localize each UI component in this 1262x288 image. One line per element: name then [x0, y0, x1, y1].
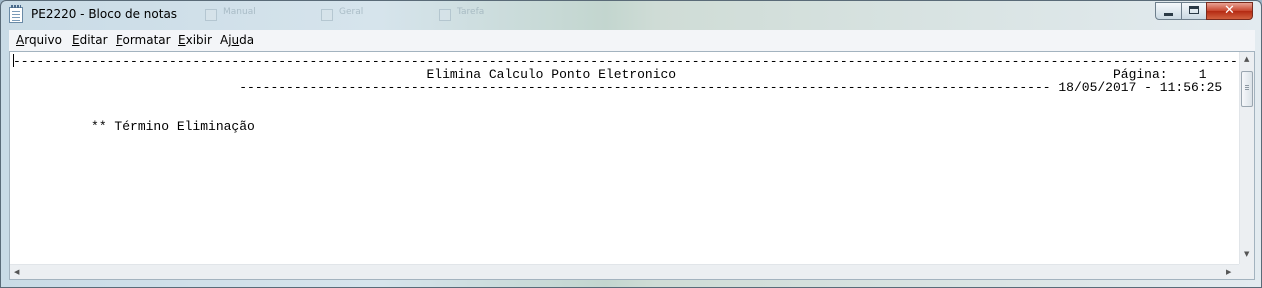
menu-label-part: ormatar: [122, 33, 171, 47]
background-window-label: Manual: [223, 7, 256, 17]
menu-accelerator: E: [72, 33, 80, 47]
text-line: ** Término Eliminação: [13, 119, 255, 134]
vertical-scroll-thumb[interactable]: [1241, 71, 1253, 107]
horizontal-scrollbar[interactable]: ◀ ▶: [10, 264, 1239, 279]
notepad-icon[interactable]: [9, 5, 23, 23]
minimize-button[interactable]: [1155, 2, 1182, 20]
menu-bar: Arquivo Editar Formatar Exibir Ajuda: [9, 30, 1255, 52]
maximize-button[interactable]: [1181, 2, 1207, 20]
background-window-icon: [321, 9, 333, 21]
scroll-left-arrow-icon[interactable]: ◀: [14, 268, 19, 276]
scrollbar-corner: [1239, 264, 1254, 279]
menu-label-part: ditar: [79, 33, 108, 47]
background-window-label: Tarefa: [457, 7, 485, 17]
background-window-label: Geral: [339, 7, 364, 17]
menu-exibir[interactable]: Exibir: [178, 33, 212, 47]
menu-arquivo[interactable]: Arquivo: [16, 33, 62, 47]
menu-accelerator: u: [231, 33, 240, 47]
background-window-icon: [439, 9, 451, 21]
close-icon: ✕: [1224, 3, 1235, 18]
maximize-icon: [1189, 6, 1199, 14]
title-bar[interactable]: PE2220 - Bloco de notas Manual Geral Tar…: [1, 1, 1261, 29]
menu-ajuda[interactable]: Ajuda: [220, 33, 254, 47]
text-editor[interactable]: ----------------------------------------…: [9, 51, 1255, 280]
menu-editar[interactable]: Editar: [72, 33, 108, 47]
text-line: ----------------------------------------…: [13, 80, 1223, 95]
notepad-window: PE2220 - Bloco de notas Manual Geral Tar…: [0, 0, 1262, 288]
background-window-icon: [205, 9, 217, 21]
menu-formatar[interactable]: Formatar: [116, 33, 171, 47]
menu-label-part: da: [239, 33, 255, 47]
menu-accelerator: E: [178, 33, 186, 47]
menu-label-part: rquivo: [24, 33, 62, 47]
window-title: PE2220 - Bloco de notas: [31, 7, 178, 21]
scroll-down-arrow-icon[interactable]: ▼: [1244, 250, 1249, 258]
menu-label-part: Aj: [220, 33, 232, 47]
menu-label-part: xibir: [185, 33, 212, 47]
scroll-grip-icon: [1245, 85, 1249, 86]
scroll-up-arrow-icon[interactable]: ▲: [1244, 55, 1249, 63]
vertical-scrollbar[interactable]: ▲ ▼: [1239, 52, 1254, 264]
minimize-icon: [1164, 13, 1173, 16]
text-area[interactable]: ----------------------------------------…: [10, 52, 1239, 264]
scroll-right-arrow-icon[interactable]: ▶: [1226, 268, 1231, 276]
close-button[interactable]: ✕: [1206, 2, 1253, 20]
menu-accelerator: A: [16, 33, 25, 47]
